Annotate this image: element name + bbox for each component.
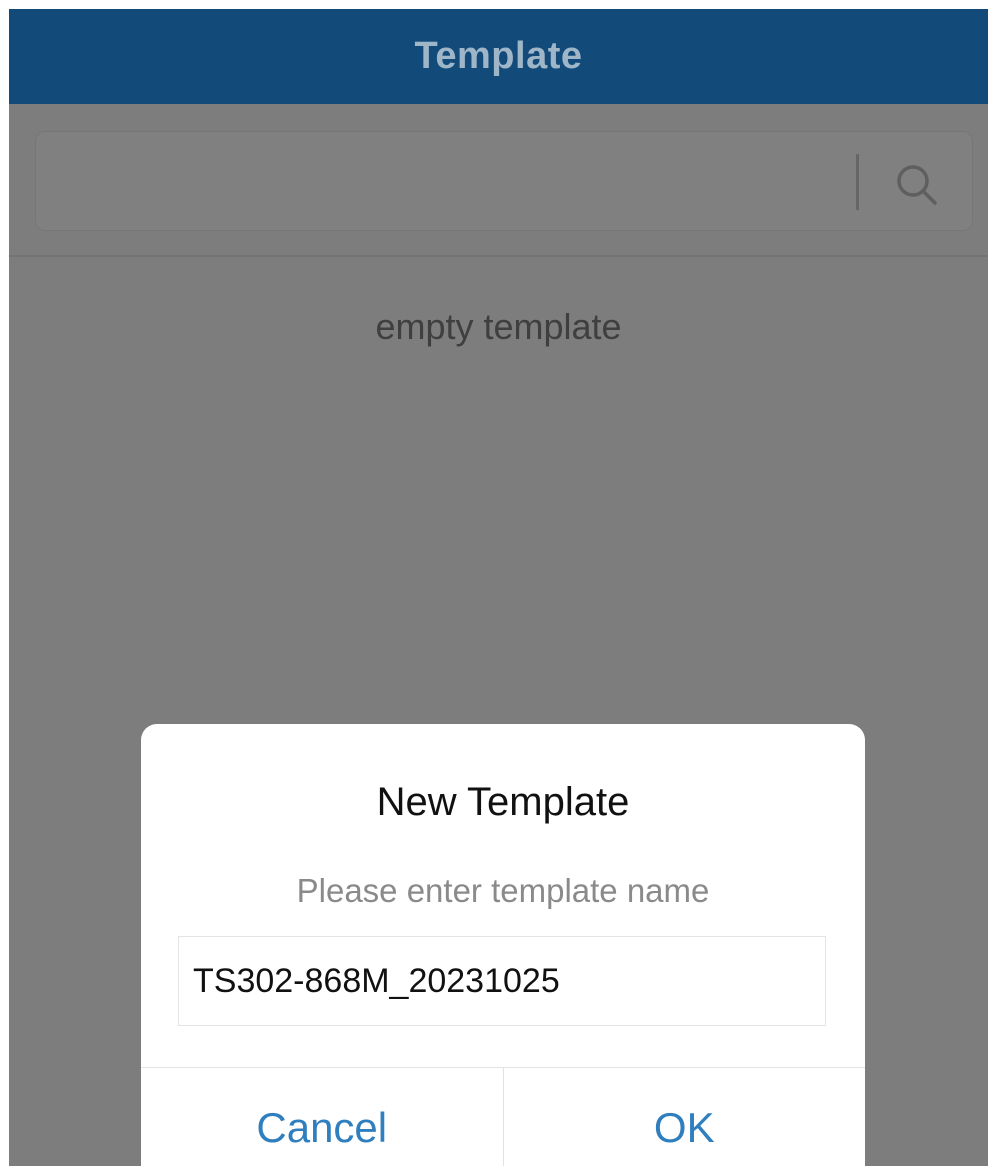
template-name-input[interactable] xyxy=(178,936,826,1026)
template-screen: Template empty template New Template Ple… xyxy=(0,0,988,1166)
ok-button[interactable]: OK xyxy=(504,1068,866,1166)
header-bar: Template xyxy=(9,9,988,104)
page-title: Template xyxy=(414,35,583,77)
cancel-button[interactable]: Cancel xyxy=(141,1068,504,1166)
dialog-title: New Template xyxy=(376,780,630,824)
dialog-hint: Please enter template name xyxy=(296,872,710,909)
dialog-button-row: Cancel OK xyxy=(141,1067,865,1166)
search-input[interactable] xyxy=(35,131,973,231)
search-icon[interactable] xyxy=(894,162,940,208)
search-area xyxy=(9,104,988,257)
empty-list-message: empty template xyxy=(375,306,622,347)
photo-edge-top xyxy=(0,0,988,9)
photo-edge-left xyxy=(0,0,9,1166)
new-template-dialog: New Template Please enter template name … xyxy=(141,724,865,1166)
search-divider xyxy=(856,154,859,210)
